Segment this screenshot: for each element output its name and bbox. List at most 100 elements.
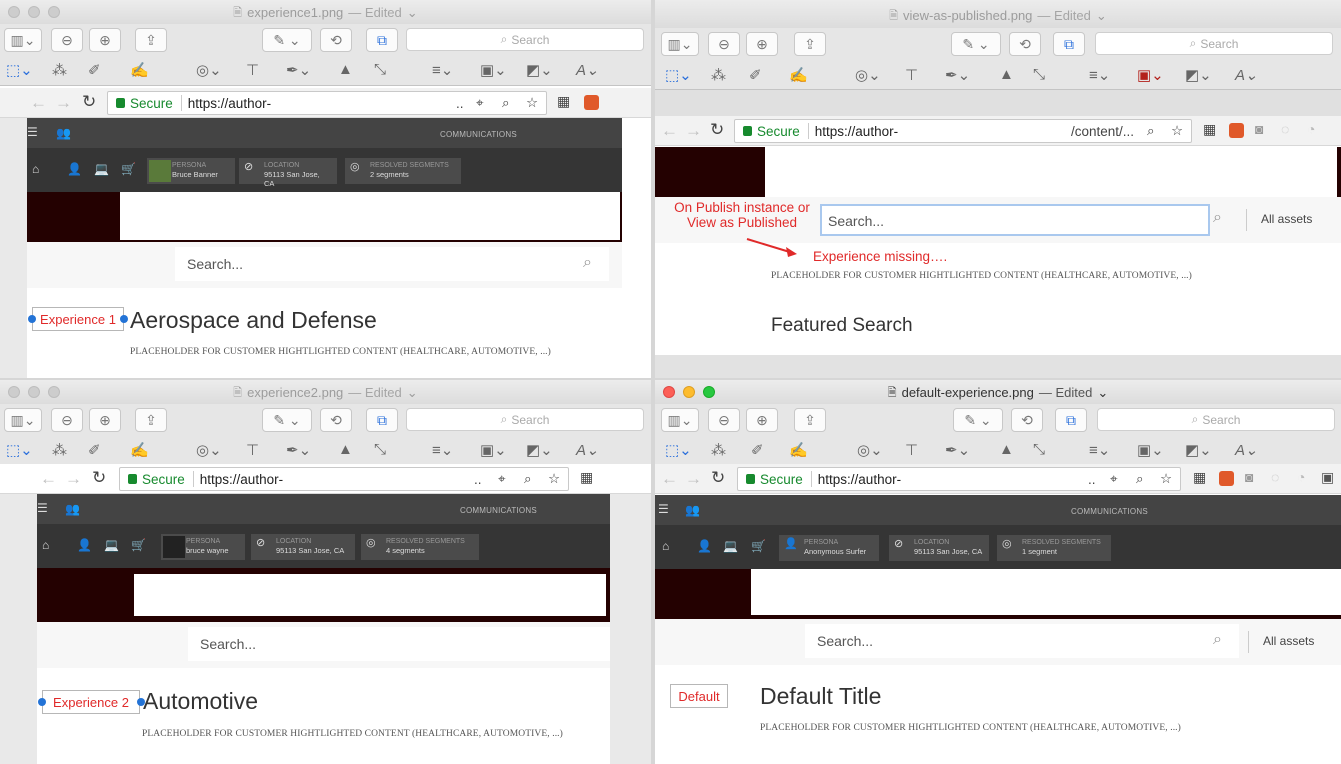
address-bar[interactable]: Secure https://author- .. ⌖ ⌕ ☆ <box>737 467 1181 491</box>
search-icon[interactable]: ⌕ <box>1213 209 1222 227</box>
sidebar-button[interactable]: ▥⌄ <box>4 28 42 52</box>
font-icon[interactable]: A⌄ <box>1235 441 1258 459</box>
search-icon[interactable]: ⌕ <box>583 254 592 272</box>
person-icon[interactable]: 👤 <box>697 539 712 553</box>
line-style-icon[interactable]: ≡⌄ <box>432 61 453 79</box>
sign-icon[interactable]: ✒⌄ <box>945 441 970 459</box>
draw-icon[interactable]: ✍ <box>130 441 149 459</box>
minimize-button[interactable] <box>28 6 40 18</box>
selection-icon[interactable]: ⬚⌄ <box>6 441 33 459</box>
share-button[interactable]: ⇪ <box>794 32 826 56</box>
device-icon[interactable]: ⌂ <box>42 538 49 552</box>
sliders-icon[interactable]: ☰ <box>37 501 48 515</box>
extension-icon[interactable] <box>1229 123 1244 138</box>
ext-icon-3[interactable]: ◔ <box>1297 469 1305 485</box>
title-bar[interactable]: 🗎 view-as-published.png — Edited ⌄ <box>655 0 1341 28</box>
sign-icon[interactable]: ✒⌄ <box>286 61 311 79</box>
all-assets-link[interactable]: All assets <box>1263 634 1314 648</box>
zoom-button[interactable] <box>703 386 715 398</box>
apps-icon[interactable]: ▦ <box>580 469 593 486</box>
users-icon[interactable]: 👥 <box>56 126 71 140</box>
title-bar[interactable]: 🗎 experience1.png — Edited ⌄ <box>0 0 651 24</box>
rotate-button[interactable]: ⟲ <box>1011 408 1043 432</box>
minimize-button[interactable] <box>683 386 695 398</box>
extension-icon[interactable] <box>584 95 599 110</box>
zoom-in-button[interactable]: ⊕ <box>746 32 778 56</box>
draw-icon[interactable]: ✍ <box>789 66 808 84</box>
back-icon[interactable]: ← <box>40 469 57 489</box>
ext-icon-2[interactable]: ◌ <box>1281 121 1289 137</box>
zoom-icon[interactable]: ⌕ <box>524 471 532 487</box>
search-field[interactable]: ⌕ Search <box>406 28 644 51</box>
person-icon[interactable]: 👤 <box>67 162 82 176</box>
users-icon[interactable]: 👥 <box>685 503 700 517</box>
chevron-down-icon[interactable]: ⌄ <box>407 1 418 25</box>
search-field[interactable]: ⌕ Search <box>1097 408 1335 431</box>
text-icon[interactable]: ⊤ <box>905 441 918 459</box>
adjust-color-icon[interactable]: ▲ <box>338 441 353 458</box>
cart-icon[interactable]: 🛒 <box>751 539 766 553</box>
border-color-icon[interactable]: ▣⌄ <box>1137 66 1164 84</box>
line-style-icon[interactable]: ≡⌄ <box>1089 441 1110 459</box>
text-icon[interactable]: ⊤ <box>905 66 918 84</box>
close-button[interactable] <box>663 386 675 398</box>
shapes-icon[interactable]: ◎⌄ <box>855 66 881 84</box>
fill-color-icon[interactable]: ◩⌄ <box>1185 441 1212 459</box>
line-style-icon[interactable]: ≡⌄ <box>1089 66 1110 84</box>
share-button[interactable]: ⇪ <box>135 28 167 52</box>
cart-icon[interactable]: 🛒 <box>131 538 146 552</box>
forward-icon[interactable]: → <box>65 469 82 489</box>
search-field[interactable]: ⌕ Search <box>1095 32 1333 55</box>
toolbox-button[interactable]: ⧉ <box>1055 408 1087 432</box>
reload-icon[interactable]: ↻ <box>710 120 724 140</box>
apps-icon[interactable]: ▦ <box>557 93 570 110</box>
laptop-icon[interactable]: 💻 <box>723 539 738 553</box>
sketch-icon[interactable]: ✐ <box>749 66 762 84</box>
markup-button[interactable]: ✎ ⌄ <box>262 408 312 432</box>
minimize-button[interactable] <box>28 386 40 398</box>
forward-icon[interactable]: → <box>685 469 702 489</box>
chevron-down-icon[interactable]: ⌄ <box>1097 381 1108 405</box>
experience-label[interactable]: Experience 1 <box>32 307 124 331</box>
cart-icon[interactable]: 🛒 <box>121 162 136 176</box>
location-block[interactable]: ⊘ LOCATION 95113 San Jose, CA <box>239 158 337 188</box>
shapes-icon[interactable]: ◎⌄ <box>857 441 883 459</box>
location-icon[interactable]: ⌖ <box>1110 471 1118 487</box>
adjust-color-icon[interactable]: ▲ <box>338 61 353 78</box>
close-button[interactable] <box>8 6 20 18</box>
person-icon[interactable]: 👤 <box>77 538 92 552</box>
site-search-input[interactable]: Search... <box>188 627 610 661</box>
ext-icon-2[interactable]: ◌ <box>1271 469 1279 485</box>
close-button[interactable] <box>8 386 20 398</box>
share-button[interactable]: ⇪ <box>794 408 826 432</box>
device-icon[interactable]: ⌂ <box>32 162 39 176</box>
all-assets-link[interactable]: All assets <box>1261 212 1312 226</box>
location-block[interactable]: ⊘ LOCATION 95113 San Jose, CA <box>889 535 989 561</box>
ext-icon-3[interactable]: ◔ <box>1307 121 1315 137</box>
line-style-icon[interactable]: ≡⌄ <box>432 441 453 459</box>
toolbox-button[interactable]: ⧉ <box>1053 32 1085 56</box>
camera-icon[interactable]: ◙ <box>1255 121 1263 137</box>
device-icon[interactable]: ⌂ <box>662 539 669 553</box>
zoom-out-button[interactable]: ⊖ <box>708 408 740 432</box>
ext-icon-4[interactable]: ▣ <box>1321 469 1334 486</box>
extension-icon[interactable] <box>1219 471 1234 486</box>
toolbox-button[interactable]: ⧉ <box>366 28 398 52</box>
location-icon[interactable]: ⌖ <box>476 95 484 111</box>
shapes-icon[interactable]: ◎⌄ <box>196 61 222 79</box>
handle-right[interactable] <box>120 315 128 323</box>
users-icon[interactable]: 👥 <box>65 502 80 516</box>
draw-icon[interactable]: ✍ <box>130 61 149 79</box>
segments-block[interactable]: ◎ RESOLVED SEGMENTS 1 segment <box>997 535 1111 561</box>
zoom-in-button[interactable]: ⊕ <box>89 28 121 52</box>
sign-icon[interactable]: ✒⌄ <box>286 441 311 459</box>
zoom-button[interactable] <box>48 6 60 18</box>
resize-icon[interactable]: ⤡ <box>1033 441 1045 458</box>
address-bar[interactable]: Secure https://author- .. ⌖ ⌕ ☆ <box>107 91 547 115</box>
star-icon[interactable]: ☆ <box>1160 471 1172 487</box>
sketch-icon[interactable]: ✐ <box>88 441 101 459</box>
rotate-button[interactable]: ⟲ <box>1009 32 1041 56</box>
search-icon[interactable]: ⌕ <box>1213 631 1222 649</box>
experience-label[interactable]: Default <box>670 684 728 708</box>
reload-icon[interactable]: ↻ <box>82 92 96 112</box>
